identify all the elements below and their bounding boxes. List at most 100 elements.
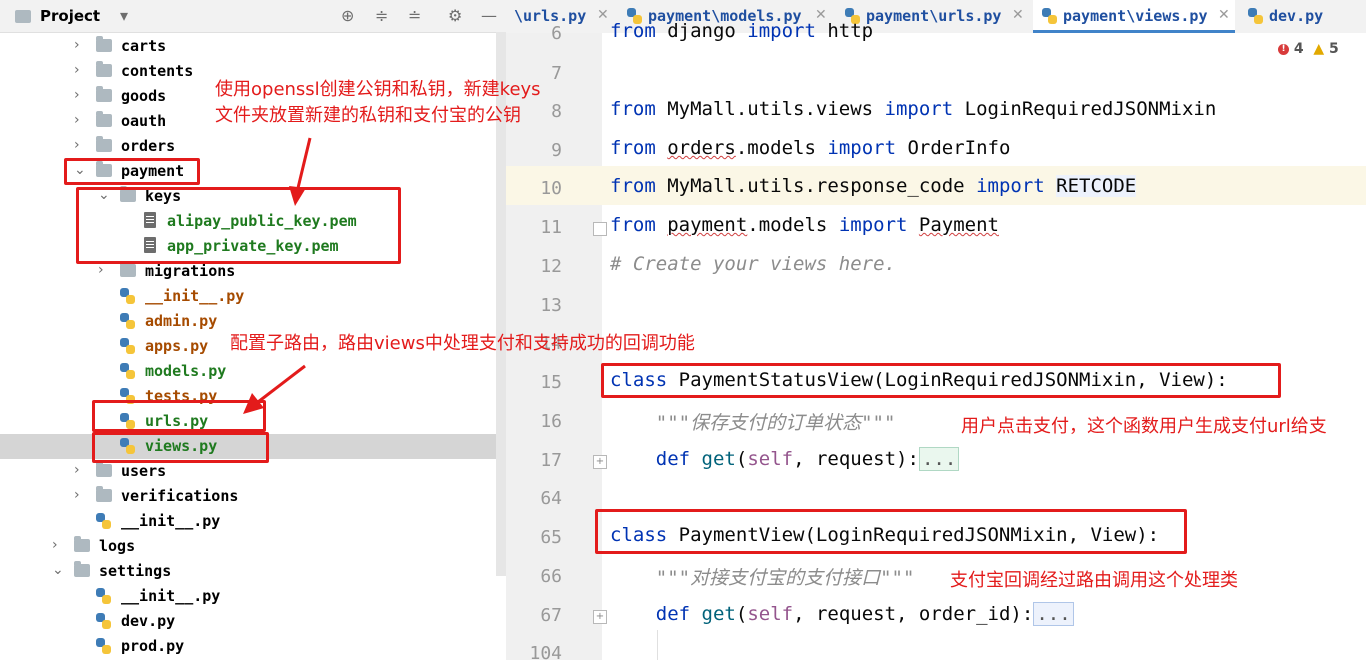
close-icon[interactable]: ✕ — [597, 7, 609, 23]
chevron-right-icon[interactable]: › — [52, 537, 58, 553]
python-file-icon — [96, 588, 111, 604]
line-number: 65 — [540, 527, 562, 548]
tree-item-label: users — [121, 462, 167, 480]
warning-icon: ▲ — [1313, 41, 1325, 57]
tree-item-dev-py[interactable]: dev.py — [0, 609, 506, 634]
tree-item-label: logs — [99, 537, 136, 555]
tree-item-orders[interactable]: › orders — [0, 134, 506, 159]
tab-label: payment\urls.py — [866, 7, 1002, 25]
folder-icon — [96, 486, 112, 502]
fold-toggle-icon[interactable]: + — [593, 455, 607, 469]
tree-item-label: __init__.py — [121, 512, 221, 530]
line-number: 15 — [540, 372, 562, 393]
chevron-right-icon[interactable]: › — [74, 137, 80, 153]
code-line[interactable]: from payment.models import Payment — [610, 214, 999, 236]
tree-item-label: __init__.py — [121, 587, 221, 605]
error-count: 4 — [1293, 41, 1304, 57]
tree-item-label: oauth — [121, 112, 167, 130]
python-file-icon — [120, 288, 135, 304]
chevron-right-icon[interactable]: › — [74, 87, 80, 103]
chevron-down-icon[interactable]: ⌄ — [52, 562, 64, 578]
tree-item-carts[interactable]: › carts — [0, 34, 506, 59]
tree-item-init-py[interactable]: __init__.py — [0, 284, 506, 309]
tree-item-init-py[interactable]: __init__.py — [0, 584, 506, 609]
folder-icon — [120, 261, 136, 277]
python-file-icon — [1042, 8, 1057, 24]
gear-icon[interactable]: ⚙ — [448, 6, 462, 25]
line-number: 11 — [540, 217, 562, 238]
folder-icon — [96, 111, 112, 127]
annotation-box-payment-view — [595, 509, 1187, 554]
editor-tab[interactable]: payment\views.py ✕ — [1033, 0, 1235, 33]
tree-item-label: __init__.py — [145, 287, 245, 305]
chevron-right-icon[interactable]: › — [74, 62, 80, 78]
code-line[interactable]: from MyMall.utils.response_code import R… — [610, 175, 1137, 197]
folder-icon — [96, 61, 112, 77]
python-file-icon — [1248, 8, 1263, 24]
line-number: 16 — [540, 411, 562, 432]
line-number: 64 — [540, 488, 562, 509]
annotation-keys-line2: 文件夹放置新建的私钥和支付宝的公钥 — [215, 105, 521, 126]
annotation-payment-view: 支付宝回调经过路由调用这个处理类 — [950, 570, 1238, 591]
code-line[interactable]: from orders.models import OrderInfo — [610, 137, 1010, 159]
tree-item-label: prod.py — [121, 637, 185, 655]
tree-item-prod-py[interactable]: prod.py — [0, 634, 506, 659]
tree-item-label: orders — [121, 137, 176, 155]
tree-item-label: verifications — [121, 487, 239, 505]
line-number: 17 — [540, 450, 562, 471]
tree-item-logs[interactable]: › logs — [0, 534, 506, 559]
folder-icon — [96, 461, 112, 477]
collapse-all-icon[interactable]: ≐ — [408, 6, 421, 25]
tree-item-label: apps.py — [145, 337, 209, 355]
chevron-right-icon[interactable]: › — [74, 112, 80, 128]
tree-item-label: goods — [121, 87, 167, 105]
chevron-right-icon[interactable]: › — [74, 462, 80, 478]
line-number: 104 — [529, 643, 562, 664]
close-icon[interactable]: ✕ — [1218, 7, 1230, 23]
annotation-box-urls — [92, 400, 266, 432]
code-line[interactable]: # Create your views here. — [610, 253, 896, 275]
code-line[interactable]: from django import http — [610, 20, 873, 42]
project-title[interactable]: Project — [40, 7, 100, 25]
python-file-icon — [96, 638, 111, 654]
tree-item-init-py[interactable]: __init__.py — [0, 509, 506, 534]
close-icon[interactable]: ✕ — [1012, 7, 1024, 23]
code-line[interactable]: def get(self, request):... — [610, 447, 960, 471]
python-file-icon — [120, 338, 135, 354]
locate-icon[interactable]: ⊕ — [341, 6, 354, 25]
python-file-icon — [96, 613, 111, 629]
tree-item-verifications[interactable]: › verifications — [0, 484, 506, 509]
code-line[interactable]: from MyMall.utils.views import LoginRequ… — [610, 98, 1216, 120]
tree-item-models-py[interactable]: models.py — [0, 359, 506, 384]
tree-item-settings[interactable]: ⌄ settings — [0, 559, 506, 584]
chevron-right-icon[interactable]: › — [98, 262, 104, 278]
line-number: 67 — [540, 605, 562, 626]
chevron-right-icon[interactable]: › — [74, 37, 80, 53]
annotation-status-view: 用户点击支付，这个函数用户生成支付url给支 — [961, 416, 1327, 437]
line-number: 66 — [540, 566, 562, 587]
tree-item-label: contents — [121, 62, 194, 80]
warning-count: 5 — [1329, 41, 1339, 57]
inspection-widget[interactable]: ! 4 ▲ 5 — [1278, 41, 1339, 57]
annotation-box-payment-folder — [64, 158, 200, 185]
python-file-icon — [120, 363, 135, 379]
fold-toggle-icon[interactable] — [593, 222, 607, 236]
chevron-right-icon[interactable]: › — [74, 487, 80, 503]
expand-all-icon[interactable]: ≑ — [375, 6, 388, 25]
project-folder-icon — [15, 10, 31, 23]
tree-item-label: admin.py — [145, 312, 218, 330]
code-line[interactable]: def get(self, request, order_id):... — [610, 602, 1074, 626]
line-number: 10 — [540, 178, 562, 199]
error-icon: ! — [1278, 43, 1289, 55]
tree-item-label: dev.py — [121, 612, 176, 630]
fold-toggle-icon[interactable]: + — [593, 610, 607, 624]
code-line[interactable]: """保存支付的订单状态""" — [610, 408, 896, 435]
chevron-down-icon[interactable]: ▾ — [120, 6, 128, 25]
code-line[interactable]: """对接支付宝的支付接口""" — [610, 563, 915, 590]
folder-icon — [96, 36, 112, 52]
folder-icon — [74, 536, 90, 552]
editor-tab[interactable]: dev.py — [1239, 0, 1339, 33]
tab-label: dev.py — [1269, 7, 1324, 25]
python-file-icon — [120, 313, 135, 329]
minimize-icon[interactable]: — — [481, 6, 497, 25]
